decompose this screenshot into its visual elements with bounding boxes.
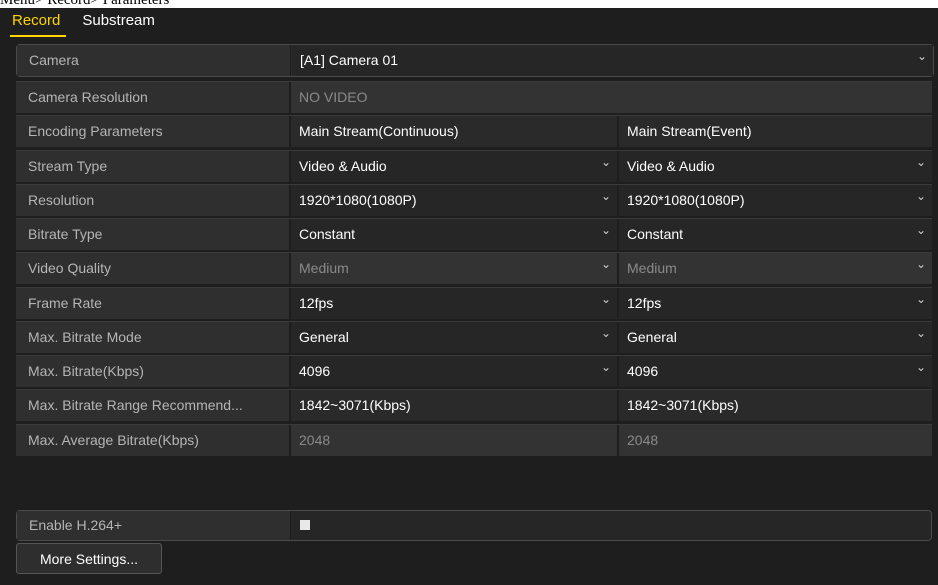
max-average-bitrate-label: Max. Average Bitrate(Kbps) [16,425,290,456]
bitrate-type-row: Bitrate Type Constant Constant [16,215,932,250]
max-bitrate-mode-event-select[interactable]: General [619,318,932,353]
max-average-bitrate-continuous-value: 2048 [291,425,617,456]
bitrate-type-label: Bitrate Type [16,219,290,250]
max-bitrate-continuous-select[interactable]: 4096 [291,352,617,387]
stream-type-row: Stream Type Video & Audio Video & Audio [16,147,932,182]
video-quality-event-select[interactable]: Medium [619,249,932,284]
frame-rate-event-select[interactable]: 12fps [619,284,932,319]
enable-h264-label: Enable H.264+ [17,511,291,540]
bitrate-range-label: Max. Bitrate Range Recommend... [16,390,290,421]
camera-select[interactable]: [A1] Camera 01 [292,41,933,76]
bitrate-type-event-select[interactable]: Constant [619,215,932,250]
frame-rate-label: Frame Rate [16,288,290,319]
encoding-parameters-label: Encoding Parameters [16,116,290,147]
stream-type-label: Stream Type [16,151,290,182]
enable-h264-checkbox[interactable] [300,519,310,530]
max-bitrate-mode-continuous-select[interactable]: General [291,318,617,353]
max-bitrate-row: Max. Bitrate(Kbps) 4096 4096 [16,352,932,387]
max-average-bitrate-event-value: 2048 [619,425,932,456]
tab-bar: Record Substream [9,8,177,38]
max-bitrate-event-select[interactable]: 4096 [619,352,932,387]
bitrate-range-continuous-value: 1842~3071(Kbps) [291,390,617,421]
bitrate-range-event-value: 1842~3071(Kbps) [619,390,932,421]
bitrate-range-row: Max. Bitrate Range Recommend... 1842~307… [16,389,932,421]
max-average-bitrate-row: Max. Average Bitrate(Kbps) 2048 2048 [16,424,932,456]
tab-substream[interactable]: Substream [82,8,155,34]
resolution-event-select[interactable]: 1920*1080(1080P) [619,181,932,216]
video-quality-row: Video Quality Medium Medium [16,249,932,284]
enable-h264-row: Enable H.264+ [16,510,932,541]
main-stream-event-header: Main Stream(Event) [619,116,932,147]
camera-row: Camera [A1] Camera 01 [16,41,934,77]
max-bitrate-mode-row: Max. Bitrate Mode General General [16,318,932,353]
video-quality-label: Video Quality [16,253,290,284]
max-bitrate-mode-label: Max. Bitrate Mode [16,322,290,353]
enable-h264-checkbox-wrap [300,511,310,540]
main-stream-continuous-header: Main Stream(Continuous) [291,116,617,147]
encoding-parameters-row: Encoding Parameters Main Stream(Continuo… [16,115,932,147]
tab-record[interactable]: Record [9,8,67,37]
max-bitrate-label: Max. Bitrate(Kbps) [16,356,290,387]
camera-resolution-row: Camera Resolution NO VIDEO [16,81,932,113]
resolution-label: Resolution [16,185,290,216]
frame-rate-row: Frame Rate 12fps 12fps [16,284,932,319]
camera-resolution-label: Camera Resolution [16,82,290,113]
stream-type-continuous-select[interactable]: Video & Audio [291,147,617,182]
stream-type-event-select[interactable]: Video & Audio [619,147,932,182]
more-settings-button[interactable]: More Settings... [16,543,162,574]
camera-resolution-value: NO VIDEO [291,82,932,113]
bitrate-type-continuous-select[interactable]: Constant [291,215,617,250]
resolution-continuous-select[interactable]: 1920*1080(1080P) [291,181,617,216]
frame-rate-continuous-select[interactable]: 12fps [291,284,617,319]
video-quality-continuous-select[interactable]: Medium [291,249,617,284]
resolution-row: Resolution 1920*1080(1080P) 1920*1080(10… [16,181,932,216]
camera-label: Camera [17,45,291,76]
